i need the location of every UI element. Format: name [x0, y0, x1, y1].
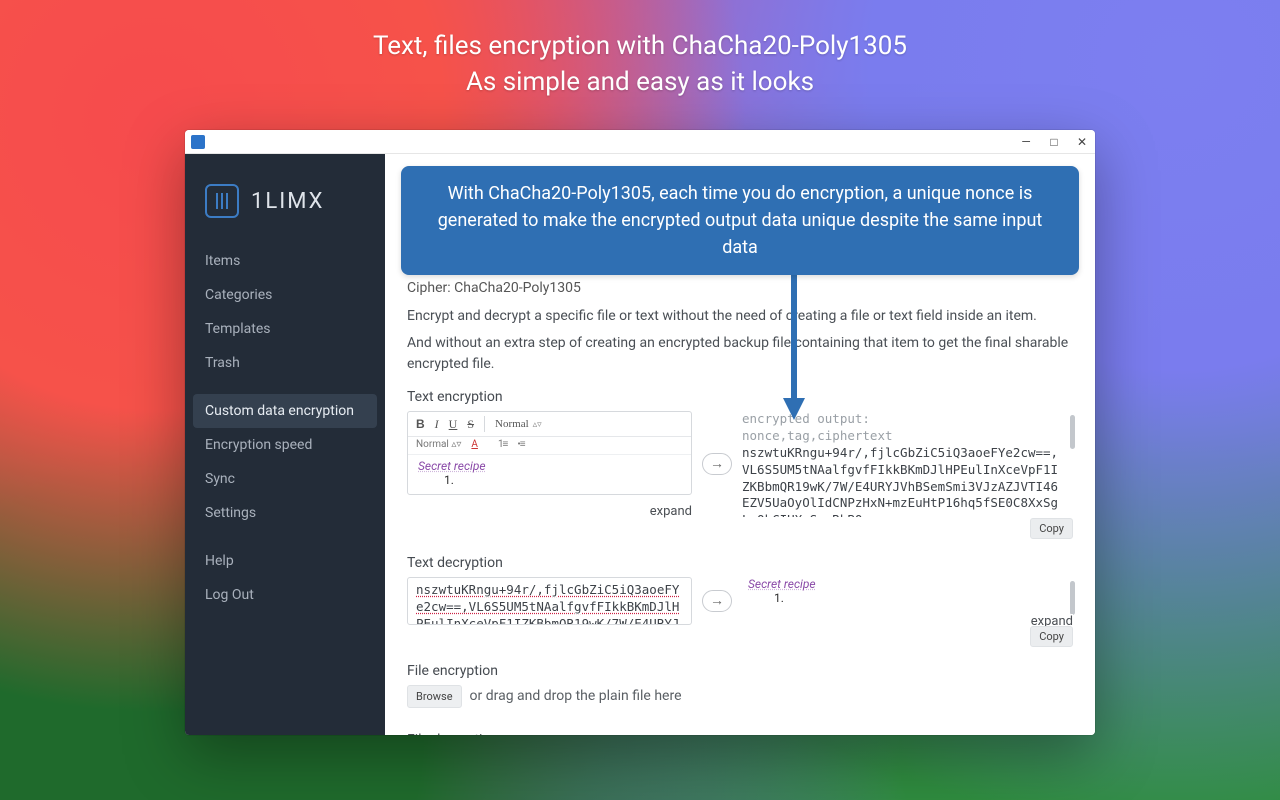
sidebar-item-sync[interactable]: Sync — [185, 462, 385, 496]
sidebar-item-templates[interactable]: Templates — [185, 312, 385, 346]
editor-content-title[interactable]: Secret recipe — [418, 459, 681, 473]
decryption-input-text[interactable]: nszwtuKRngu+94r/,fjlcGbZiC5iQ3aoeFYe2cw=… — [408, 578, 691, 624]
text-decryption-input[interactable]: nszwtuKRngu+94r/,fjlcGbZiC5iQ3aoeFYe2cw=… — [407, 577, 692, 625]
content-scroll[interactable]: Cipher: ChaCha20-Poly1305 Encrypt and de… — [385, 274, 1095, 735]
window-close-button[interactable]: ✕ — [1075, 135, 1089, 149]
sidebar: 1LIMX Items Categories Templates Trash C… — [185, 154, 385, 735]
strike-button[interactable]: S — [467, 417, 474, 432]
underline-button[interactable]: U — [449, 417, 458, 432]
editor-content-list[interactable]: 1. — [418, 473, 681, 487]
decrypted-output-list: 1. — [742, 591, 1063, 605]
copy-button[interactable]: Copy — [1030, 626, 1073, 647]
description-line2: And without an extra step of creating an… — [407, 333, 1073, 375]
sidebar-item-encryption-speed[interactable]: Encryption speed — [185, 428, 385, 462]
brand-icon — [205, 184, 239, 218]
italic-button[interactable]: I — [435, 417, 439, 432]
description: Encrypt and decrypt a specific file or t… — [407, 306, 1073, 375]
scrollbar[interactable] — [1069, 411, 1075, 517]
sidebar-item-items[interactable]: Items — [185, 244, 385, 278]
chevron-updown-icon: ▵▿ — [451, 439, 461, 450]
decrypt-run-button[interactable]: → — [702, 590, 732, 612]
brand-name: 1LIMX — [251, 189, 324, 214]
size-select[interactable]: Normal ▵▿ — [416, 439, 461, 450]
sidebar-item-custom-data-encryption[interactable]: Custom data encryption — [193, 394, 377, 428]
brand: 1LIMX — [185, 176, 385, 244]
callout-arrow-icon — [783, 270, 805, 420]
editor-toolbar: B I U S Normal ▵▿ — [408, 412, 691, 437]
font-color-icon[interactable]: A — [471, 439, 478, 450]
section-title-file-decryption: File decryption — [407, 732, 1073, 735]
cipher-label: Cipher: ChaCha20-Poly1305 — [407, 274, 1073, 306]
drag-hint-plain: or drag and drop the plain file here — [470, 688, 682, 704]
window-minimize-button[interactable]: — — [1019, 135, 1033, 149]
section-title-text-decryption: Text decryption — [407, 555, 1073, 571]
sidebar-item-logout[interactable]: Log Out — [185, 578, 385, 612]
heading-select[interactable]: Normal ▵▿ — [495, 418, 542, 430]
chevron-updown-icon: ▵▿ — [533, 419, 542, 430]
window-maximize-button[interactable]: □ — [1047, 135, 1061, 149]
section-text-encryption: Text encryption B I U S — [407, 389, 1073, 541]
nav-group-1: Items Categories Templates Trash — [185, 244, 385, 380]
unordered-list-icon[interactable]: •≡ — [517, 439, 524, 450]
description-line1: Encrypt and decrypt a specific file or t… — [407, 306, 1073, 327]
section-file-encryption: File encryption Browse or drag and drop … — [407, 663, 1073, 718]
encrypted-output-pane: encrypted output: nonce,tag,ciphertext n… — [742, 411, 1073, 517]
copy-button[interactable]: Copy — [1030, 518, 1073, 539]
info-callout: With ChaCha20-Poly1305, each time you do… — [401, 166, 1079, 275]
encrypt-run-button[interactable]: → — [702, 453, 732, 475]
section-title-text-encryption: Text encryption — [407, 389, 1073, 405]
encrypted-output-text[interactable]: nszwtuKRngu+94r/,fjlcGbZiC5iQ3aoeFYe2cw=… — [742, 445, 1063, 517]
nav-group-3: Help Log Out — [185, 544, 385, 612]
text-encryption-editor[interactable]: B I U S Normal ▵▿ — [407, 411, 692, 495]
expand-button[interactable]: expand — [644, 504, 692, 519]
browse-button[interactable]: Browse — [407, 685, 462, 708]
window-titlebar[interactable]: — □ ✕ — [185, 130, 1095, 154]
bold-button[interactable]: B — [416, 417, 425, 431]
app-window: — □ ✕ 1LIMX Items Categories Templates T… — [185, 130, 1095, 735]
sidebar-item-settings[interactable]: Settings — [185, 496, 385, 530]
sidebar-item-categories[interactable]: Categories — [185, 278, 385, 312]
section-text-decryption: Text decryption nszwtuKRngu+94r/,fjlcGbZ… — [407, 555, 1073, 649]
sidebar-item-trash[interactable]: Trash — [185, 346, 385, 380]
sidebar-item-help[interactable]: Help — [185, 544, 385, 578]
editor-toolbar-2: Normal ▵▿ A 1≡ •≡ — [408, 437, 691, 455]
section-file-decryption: File decryption Browse or drag and drop … — [407, 732, 1073, 735]
hero-text: Text, files encryption with ChaCha20-Pol… — [0, 28, 1280, 101]
app-icon — [191, 135, 205, 149]
hero-line2: As simple and easy as it looks — [0, 64, 1280, 100]
hero-line1: Text, files encryption with ChaCha20-Pol… — [0, 28, 1280, 64]
decrypted-output-pane: Secret recipe 1. expand Copy — [742, 577, 1073, 625]
nav-group-2: Custom data encryption Encryption speed … — [185, 394, 385, 530]
main-pane: With ChaCha20-Poly1305, each time you do… — [385, 154, 1095, 735]
ordered-list-icon[interactable]: 1≡ — [498, 439, 507, 450]
decrypted-output-title: Secret recipe — [742, 577, 1063, 591]
section-title-file-encryption: File encryption — [407, 663, 1073, 679]
